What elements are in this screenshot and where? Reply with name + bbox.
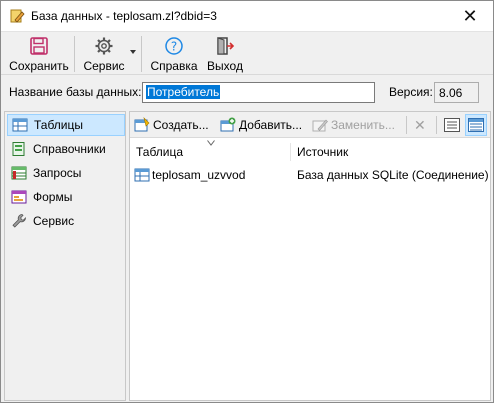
close-icon: ✕ <box>462 5 478 26</box>
toolbar-divider <box>141 36 142 72</box>
table-icon <box>12 118 28 132</box>
sidebar-item-label: Таблицы <box>34 118 84 132</box>
table-header: Таблица Источник <box>130 140 490 164</box>
query-icon <box>11 166 27 180</box>
app-window: База данных - teplosam.zl?dbid=3 ✕ Сохра… <box>0 0 494 403</box>
sidebar-item-forms[interactable]: Формы <box>7 186 125 208</box>
delete-icon: ✕ <box>414 116 426 133</box>
database-edit-icon <box>10 9 25 23</box>
sidebar-item-service[interactable]: Сервис <box>7 210 125 232</box>
close-button[interactable]: ✕ <box>447 1 493 31</box>
create-label: Создать... <box>153 118 209 132</box>
replace-button[interactable]: Заменить... <box>312 115 395 135</box>
exit-button[interactable]: Выход <box>205 34 245 74</box>
exit-door-icon <box>217 37 235 55</box>
exit-label: Выход <box>207 59 243 73</box>
details-view-button[interactable] <box>441 114 463 136</box>
table-icon <box>134 168 150 182</box>
service-button[interactable]: Сервис <box>81 34 127 74</box>
title-bar: База данных - teplosam.zl?dbid=3 ✕ <box>1 1 493 31</box>
sidebar-item-references[interactable]: Справочники <box>7 138 125 160</box>
table-name-cell: teplosam_uzvvod <box>134 166 245 184</box>
replace-icon <box>312 119 328 132</box>
list-view-icon <box>468 118 484 132</box>
table-source-cell: База данных SQLite (Соединение) <box>297 168 489 182</box>
sidebar-item-label: Сервис <box>33 214 75 228</box>
sidebar-item-label: Формы <box>33 190 73 204</box>
column-header-table[interactable]: Таблица <box>130 140 290 164</box>
replace-label: Заменить... <box>331 118 395 132</box>
gear-icon <box>95 37 113 55</box>
tables-toolbar: Создать... Добавить... Заменить... ✕ <box>130 112 490 138</box>
create-button[interactable]: Создать... <box>134 115 209 135</box>
reference-book-icon <box>12 142 25 156</box>
table-name: teplosam_uzvvod <box>152 168 246 182</box>
toolbar-divider <box>74 36 75 72</box>
db-name-label: Название базы данных: <box>9 85 142 99</box>
help-icon: ? <box>165 37 183 55</box>
sidebar: Таблицы Справочники Запросы Формы Сервис <box>4 111 126 401</box>
table-create-icon <box>134 117 150 132</box>
sidebar-item-label: Справочники <box>33 142 106 156</box>
sidebar-item-tables[interactable]: Таблицы <box>7 114 125 136</box>
db-name-value: Потребитель <box>146 85 221 99</box>
save-icon <box>30 37 48 55</box>
save-button[interactable]: Сохранить <box>7 34 71 74</box>
database-info-row: Название базы данных: Потребитель Версия… <box>1 76 493 108</box>
sidebar-item-queries[interactable]: Запросы <box>7 162 125 184</box>
save-label: Сохранить <box>9 59 69 73</box>
tables-panel: Создать... Добавить... Заменить... ✕ Таб… <box>129 111 491 401</box>
window-title: База данных - teplosam.zl?dbid=3 <box>31 9 217 23</box>
add-label: Добавить... <box>239 118 303 132</box>
version-label: Версия: <box>389 85 433 99</box>
table-row[interactable]: teplosam_uzvvod База данных SQLite (Соед… <box>130 164 490 184</box>
help-button[interactable]: ? Справка <box>149 34 199 74</box>
list-view-button[interactable] <box>465 114 487 136</box>
delete-button[interactable]: ✕ <box>414 115 426 135</box>
db-name-field[interactable]: Потребитель <box>142 82 375 103</box>
service-label: Сервис <box>83 59 125 73</box>
chevron-down-icon[interactable] <box>129 48 137 56</box>
svg-text:?: ? <box>171 40 177 54</box>
add-button[interactable]: Добавить... <box>220 115 302 135</box>
version-field: 8.06 <box>434 82 479 103</box>
main-toolbar: Сохранить Сервис ? Справка Выход <box>1 31 493 75</box>
toolbar-divider <box>406 116 407 134</box>
column-header-source[interactable]: Источник <box>291 140 490 164</box>
sidebar-item-label: Запросы <box>33 166 82 180</box>
details-view-icon <box>444 118 460 132</box>
toolbar-divider <box>436 116 437 134</box>
help-label: Справка <box>150 59 198 73</box>
form-icon <box>11 190 27 204</box>
wrench-icon <box>12 214 26 228</box>
add-icon <box>220 117 236 132</box>
